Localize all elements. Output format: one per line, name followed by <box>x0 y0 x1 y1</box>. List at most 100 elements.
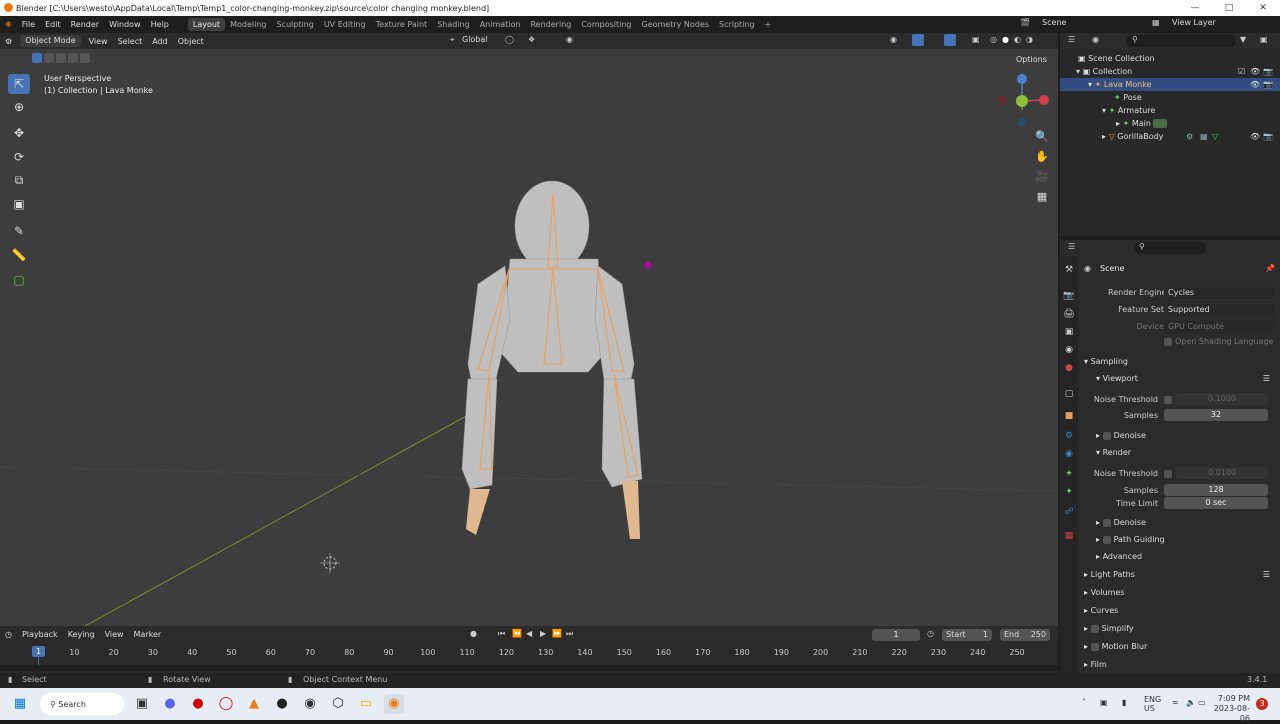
outliner-row[interactable]: ▸ ✦ Main <box>1060 117 1280 130</box>
rotate-tool-icon[interactable]: ⟳ <box>8 147 30 167</box>
film-header[interactable]: ▸ Film <box>1084 657 1276 673</box>
timeline-editor-icon[interactable]: ◷ <box>0 630 17 639</box>
outliner-row[interactable]: ▣ Scene Collection <box>1060 52 1280 65</box>
expand-arrow-icon[interactable]: ▸ <box>1102 132 1106 141</box>
viewport-subpanel-header[interactable]: ▾ Viewport ☰ <box>1096 371 1276 387</box>
camera-icon[interactable]: 📷 <box>1263 78 1273 91</box>
tab-scripting[interactable]: Scripting <box>714 18 760 31</box>
scene-tab-icon[interactable]: ◉ <box>1063 344 1075 356</box>
path-guiding-header[interactable]: ▸ Path Guiding <box>1096 532 1276 548</box>
render-tab-icon[interactable]: 📷 <box>1063 290 1075 302</box>
device-dropdown[interactable]: GPU Compute <box>1164 321 1274 333</box>
editor-type-icon[interactable]: ⚙ <box>0 37 17 46</box>
output-tab-icon[interactable]: 🖨 <box>1063 308 1075 320</box>
taskbar-search[interactable]: ⚲ Search <box>40 693 124 715</box>
viewlayer-name[interactable]: View Layer <box>1172 18 1216 27</box>
camera-icon[interactable]: 📷 <box>1263 65 1273 78</box>
render-subpanel-header[interactable]: ▾ Render <box>1096 445 1276 461</box>
render-noise-field[interactable]: 0.0100 <box>1176 467 1268 479</box>
collection-tab-icon[interactable]: ▢ <box>1063 388 1075 400</box>
outliner-row[interactable]: ▾ ✦ Armature <box>1060 104 1280 117</box>
scale-tool-icon[interactable]: ⧉ <box>8 170 30 190</box>
record-icon[interactable]: ● <box>470 629 477 638</box>
blender-menu-icon[interactable]: ❋ <box>0 20 17 29</box>
object-data-tab-icon[interactable]: ✦ <box>1063 468 1075 480</box>
tray-mic-icon[interactable]: ▮ <box>1122 698 1126 707</box>
add-cube-tool-icon[interactable]: ▢ <box>8 270 30 290</box>
render-engine-dropdown[interactable]: Cycles <box>1164 287 1274 299</box>
view-layer-tab-icon[interactable]: ▣ <box>1063 326 1075 338</box>
menu-render[interactable]: Render <box>66 20 104 29</box>
app-red-icon[interactable]: ● <box>188 694 208 714</box>
menu-window[interactable]: Window <box>104 20 146 29</box>
checkbox-icon[interactable]: ☑ <box>1238 65 1245 78</box>
tray-chevron-icon[interactable]: ˄ <box>1082 698 1086 707</box>
battery-icon[interactable]: ▭ <box>1198 698 1206 707</box>
list-icon[interactable]: ☰ <box>1263 371 1270 387</box>
file-explorer-icon[interactable]: ▭ <box>356 694 376 714</box>
opera-icon[interactable]: ◯ <box>216 694 236 714</box>
blender-active-icon[interactable]: ◉ <box>384 694 404 714</box>
display-mode-icon[interactable]: ◉ <box>1092 35 1099 44</box>
eye-icon[interactable]: 👁 <box>1250 130 1260 143</box>
tab-animation[interactable]: Animation <box>475 18 526 31</box>
zoom-icon[interactable]: 🔍 <box>1032 130 1052 146</box>
shading-rendered-icon[interactable]: ◑ <box>1026 35 1033 44</box>
simplify-header[interactable]: ▸ Simplify <box>1084 621 1276 637</box>
timeline-ruler[interactable]: 1 10 20 30 40 50 60 70 80 90 100 110 120 130 140 150 16… <box>0 643 1058 673</box>
tray-app-icon[interactable]: ▣ <box>1100 698 1108 707</box>
cursor-tool-icon[interactable]: ⊕ <box>8 97 30 117</box>
outliner-row[interactable]: ▾ ▣ Collection ☑ 👁 📷 <box>1060 65 1280 78</box>
snap-icon[interactable]: ❖ <box>528 35 535 44</box>
new-collection-icon[interactable]: ▣ <box>1260 35 1268 44</box>
curves-header[interactable]: ▸ Curves <box>1084 603 1276 619</box>
osl-checkbox[interactable]: Open Shading Language <box>1164 335 1273 348</box>
eye-icon[interactable]: 👁 <box>1250 65 1260 78</box>
checkbox-icon[interactable] <box>1102 518 1111 527</box>
tab-sculpting[interactable]: Sculpting <box>271 18 318 31</box>
render-samples-field[interactable]: 128 <box>1164 484 1268 496</box>
shading-material-icon[interactable]: ◐ <box>1014 35 1021 44</box>
camera-view-icon[interactable]: 🎥 <box>1032 170 1052 186</box>
viewport-menu-object[interactable]: Object <box>173 37 209 46</box>
collapse-arrow-icon[interactable]: ▾ <box>1102 106 1106 115</box>
maximize-icon[interactable]: □ <box>1212 0 1246 16</box>
prev-keyframe-icon[interactable]: ⏪ <box>512 629 522 638</box>
feature-set-dropdown[interactable]: Supported <box>1164 304 1274 316</box>
eye-icon[interactable]: 👁 <box>1250 78 1260 91</box>
github-icon[interactable]: ● <box>272 694 292 714</box>
add-workspace-icon[interactable]: + <box>760 18 777 31</box>
outliner-search-input[interactable] <box>1126 35 1236 47</box>
task-view-icon[interactable]: ▣ <box>132 694 152 714</box>
collapse-arrow-icon[interactable]: ▾ <box>1076 67 1080 76</box>
checkbox-icon[interactable] <box>1090 624 1099 633</box>
tab-geometry-nodes[interactable]: Geometry Nodes <box>637 18 714 31</box>
select-subtract-icon[interactable] <box>56 53 66 63</box>
notification-badge[interactable]: 3 <box>1256 698 1268 710</box>
windows-start-icon[interactable]: ▦ <box>10 694 30 714</box>
language-indicator[interactable]: ENG US <box>1144 695 1161 713</box>
select-new-icon[interactable] <box>32 53 42 63</box>
tab-texture-paint[interactable]: Texture Paint <box>371 18 433 31</box>
timeline-keying[interactable]: Keying <box>63 630 100 639</box>
modifier-tab-icon[interactable]: ⚙ <box>1063 430 1075 442</box>
select-box-icon[interactable]: ⇱ <box>8 74 30 94</box>
tab-uv-editing[interactable]: UV Editing <box>319 18 371 31</box>
object-tab-icon[interactable]: ■ <box>1063 410 1075 422</box>
noise-threshold-checkbox[interactable] <box>1164 396 1172 404</box>
outliner-row[interactable]: ▸ ▽ GorillaBody ⚙ ▦ ▽ 👁 📷 <box>1060 130 1280 143</box>
world-tab-icon[interactable]: ● <box>1063 362 1075 374</box>
play-reverse-icon[interactable]: ◀ <box>526 629 532 638</box>
tab-compositing[interactable]: Compositing <box>576 18 636 31</box>
expand-arrow-icon[interactable]: ▸ <box>1116 119 1120 128</box>
options-button[interactable]: Options <box>1016 55 1047 64</box>
viewport-samples-field[interactable]: 32 <box>1164 409 1268 421</box>
scene-name[interactable]: Scene <box>1042 18 1066 27</box>
mode-dropdown[interactable]: Object Mode <box>20 35 81 47</box>
start-frame-field[interactable]: Start 1 <box>942 629 992 641</box>
properties-editor-icon[interactable]: ☰ <box>1068 242 1075 251</box>
viewport-denoise-header[interactable]: ▸ Denoise <box>1096 428 1276 444</box>
collapse-arrow-icon[interactable]: ▾ <box>1088 80 1092 89</box>
camera-icon[interactable]: 📷 <box>1263 130 1273 143</box>
proportional-edit-icon[interactable]: ◉ <box>566 35 573 44</box>
